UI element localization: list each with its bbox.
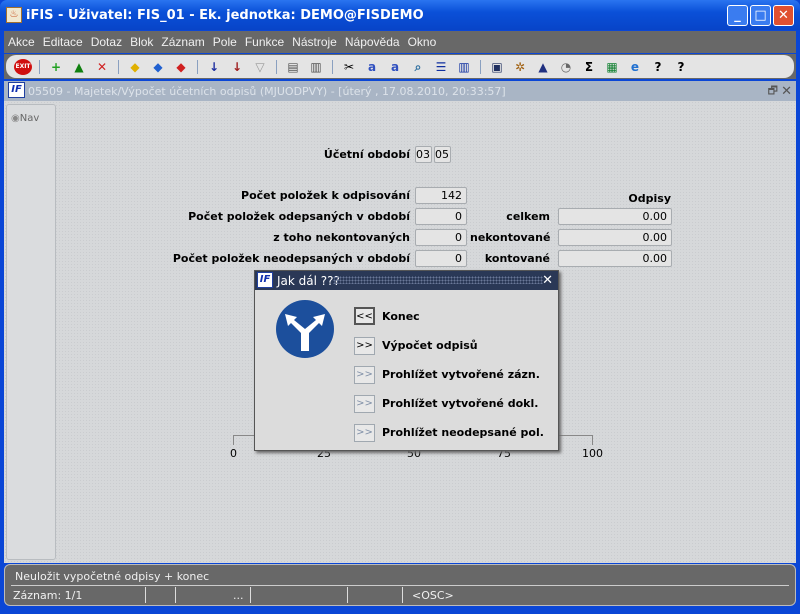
scale-tick: 0 [230, 447, 237, 460]
delete-record-icon[interactable]: ✕ [93, 59, 111, 75]
lock-record-icon[interactable]: ▲ [70, 59, 88, 75]
menu-blok[interactable]: Blok [130, 35, 153, 49]
nav-label: Nav [19, 113, 40, 124]
sum-icon[interactable]: Σ [580, 59, 598, 75]
menu-dotaz[interactable]: Dotaz [91, 35, 122, 49]
java-app-icon: ♨ [6, 7, 22, 23]
nav-panel[interactable]: ◉Nav [6, 104, 56, 560]
window-titlebar: ♨ iFIS - Uživatel: FIS_01 - Ek. jednotka… [0, 0, 800, 30]
view-records-button[interactable]: >> [354, 366, 375, 384]
option-label: Prohlížet vytvořené dokl. [382, 397, 539, 410]
menu-funkce[interactable]: Funkce [245, 35, 284, 49]
form-title: 05509 - Majetek/Výpočet účetních odpisů … [28, 84, 506, 98]
search-icon[interactable]: ⌕ [409, 59, 427, 75]
calculate-button[interactable]: >> [354, 337, 375, 355]
menu-nastroje[interactable]: Nástroje [292, 35, 337, 49]
odpisy-label: celkem [506, 210, 550, 223]
row-label: Počet položek k odpisování [241, 189, 410, 202]
items-depreciated-field[interactable]: 0 [415, 208, 467, 225]
items-unposted-field[interactable]: 0 [415, 229, 467, 246]
paste-icon[interactable]: a [386, 59, 404, 75]
odpisy-unposted-field[interactable]: 0.00 [558, 229, 672, 246]
form-close-icon[interactable]: ✕ [781, 84, 792, 99]
ifis-logo-icon: IF [8, 82, 25, 98]
odpisy-label: nekontované [470, 231, 551, 244]
next-step-dialog: IF Jak dál ??? ✕ << Konec >> Výpočet odp… [254, 270, 559, 451]
exit-icon[interactable]: EXIT [14, 58, 32, 75]
internet-icon[interactable]: e [626, 59, 644, 75]
ifis-logo-icon: IF [257, 272, 273, 288]
row-label: Počet položek neodepsaných v období [172, 252, 410, 265]
copy-icon[interactable]: a [363, 59, 381, 75]
road-fork-sign-icon [276, 300, 334, 358]
menu-okno[interactable]: Okno [408, 35, 437, 49]
menu-napoveda[interactable]: Nápověda [345, 35, 400, 49]
dialog-close-icon[interactable]: ✕ [542, 273, 553, 288]
excel-icon[interactable]: ▦ [603, 59, 621, 75]
triangle-icon[interactable]: ▲ [534, 59, 552, 75]
export-icon[interactable]: ▣ [488, 59, 506, 75]
status-message: Neuložit vypočetné odpisy + konec [15, 570, 210, 583]
close-button[interactable]: ✕ [773, 5, 794, 26]
option-label: Výpočet odpisů [382, 339, 478, 352]
cancel-query-icon[interactable]: ◆ [172, 59, 190, 75]
execute-query-icon[interactable]: ◆ [149, 59, 167, 75]
status-bar: Neuložit vypočetné odpisy + konec Záznam… [4, 564, 796, 606]
period-year-field[interactable]: 05 [434, 146, 451, 163]
status-ellipsis: ... [233, 589, 244, 602]
option-label: Prohlížet vytvořené zázn. [382, 368, 540, 381]
period-label: Účetní období [323, 148, 410, 161]
items-to-depreciate-field[interactable]: 142 [415, 187, 467, 204]
dialog-titlebar: IF Jak dál ??? ✕ [255, 271, 558, 290]
view-documents-button[interactable]: >> [354, 395, 375, 413]
row-label: z toho nekontovaných [273, 231, 410, 244]
record-indicator: Záznam: 1/1 [13, 589, 83, 602]
cut-icon[interactable]: ✂ [340, 59, 358, 75]
odpisy-posted-field[interactable]: 0.00 [558, 250, 672, 267]
maximize-button[interactable]: □ [750, 5, 771, 26]
option-label: Konec [382, 310, 420, 323]
view-not-depreciated-button[interactable]: >> [354, 424, 375, 442]
context-help-icon[interactable]: ? [672, 59, 690, 75]
query-icon[interactable]: ◆ [126, 59, 144, 75]
insert-record-icon[interactable]: + [47, 59, 65, 75]
end-button[interactable]: << [354, 307, 375, 325]
menu-editace[interactable]: Editace [43, 35, 83, 49]
print-icon[interactable]: ▤ [284, 59, 302, 75]
odpisy-label: kontované [484, 252, 550, 265]
mode-indicator: <OSC> [412, 589, 454, 602]
items-not-depreciated-field[interactable]: 0 [415, 250, 467, 267]
menu-pole[interactable]: Pole [213, 35, 237, 49]
option-label: Prohlížet neodepsané pol. [382, 426, 544, 439]
odpisy-total-field[interactable]: 0.00 [558, 208, 672, 225]
toolbar: EXIT + ▲ ✕ ◆ ◆ ◆ ↓ ↓ ▽ ▤ ▥ ✂ a a ⌕ ☰ ▥ ▣… [4, 54, 796, 79]
sort-desc-icon[interactable]: ↓ [228, 59, 246, 75]
window-title: iFIS - Uživatel: FIS_01 - Ek. jednotka: … [26, 7, 424, 23]
columns-icon[interactable]: ▥ [455, 59, 473, 75]
settings-icon[interactable]: ✲ [511, 59, 529, 75]
period-month-field[interactable]: 03 [415, 146, 432, 163]
dialog-title: Jak dál ??? [277, 273, 340, 288]
scale-tick: 100 [582, 447, 603, 460]
menu-zaznam[interactable]: Záznam [161, 35, 204, 49]
calculator-icon[interactable]: ◔ [557, 59, 575, 75]
sort-asc-icon[interactable]: ↓ [205, 59, 223, 75]
minimize-button[interactable]: _ [727, 5, 748, 26]
row-label: Počet položek odepsaných v období [188, 210, 410, 223]
help-icon[interactable]: ? [649, 59, 667, 75]
print-setup-icon[interactable]: ▥ [307, 59, 325, 75]
menu-bar: Akce Editace Dotaz Blok Záznam Pole Funk… [4, 31, 796, 53]
indent-icon[interactable]: ☰ [432, 59, 450, 75]
odpisy-header: Odpisy [628, 192, 671, 205]
restore-icon[interactable]: 🗗 [768, 82, 778, 101]
filter-icon[interactable]: ▽ [251, 59, 269, 75]
form-titlebar: IF 05509 - Majetek/Výpočet účetních odpi… [4, 81, 796, 101]
menu-akce[interactable]: Akce [8, 35, 35, 49]
